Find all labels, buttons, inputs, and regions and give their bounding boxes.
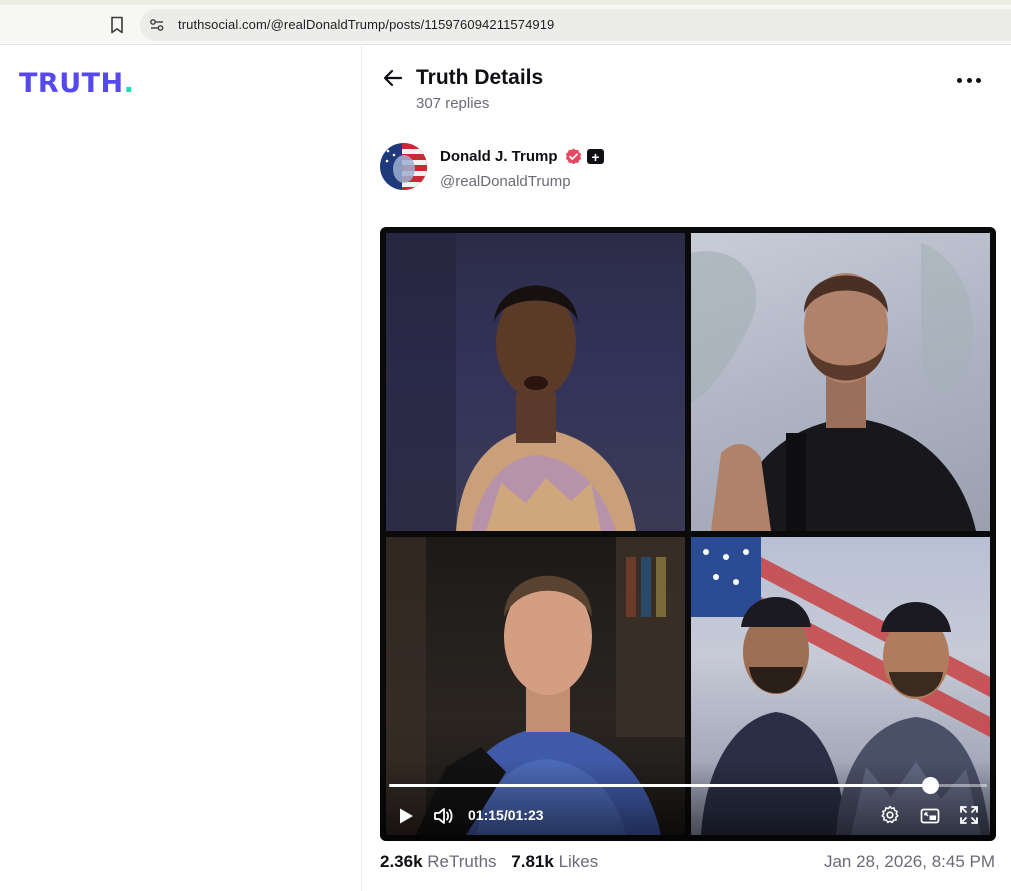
truth-logo[interactable]: TRUTH. bbox=[19, 68, 134, 99]
controls-overlay bbox=[380, 761, 996, 841]
video-frame-top-right bbox=[691, 233, 990, 531]
likes-label: Likes bbox=[558, 852, 599, 871]
settings-icon[interactable] bbox=[880, 805, 900, 825]
retruths-stat[interactable]: 2.36k ReTruths bbox=[380, 852, 497, 872]
video-progress-fill bbox=[389, 784, 930, 787]
address-bar[interactable]: truthsocial.com/@realDonaldTrump/posts/1… bbox=[140, 9, 1011, 41]
post-stats: 2.36k ReTruths 7.81k Likes bbox=[380, 852, 608, 872]
logo-dot: . bbox=[123, 68, 135, 99]
plus-badge-icon: + bbox=[587, 149, 604, 164]
video-progress-thumb[interactable] bbox=[921, 777, 939, 794]
page-title: Truth Details bbox=[416, 66, 544, 89]
likes-count: 7.81k bbox=[511, 852, 554, 871]
video-frame-top-left bbox=[386, 233, 685, 531]
video-progress-bar[interactable] bbox=[389, 777, 987, 794]
bookmark-icon[interactable] bbox=[107, 14, 127, 36]
video-player[interactable]: 01:15/01:23 bbox=[380, 227, 996, 841]
author-name[interactable]: Donald J. Trump bbox=[440, 148, 558, 165]
likes-stat[interactable]: 7.81k Likes bbox=[511, 852, 598, 872]
retruths-label: ReTruths bbox=[427, 852, 497, 871]
avatar[interactable] bbox=[380, 143, 427, 190]
duration: 01:23 bbox=[507, 807, 544, 823]
more-horizontal-icon[interactable] bbox=[957, 70, 981, 90]
author-handle[interactable]: @realDonaldTrump bbox=[440, 173, 571, 190]
retruths-count: 2.36k bbox=[380, 852, 423, 871]
arrow-left-icon[interactable] bbox=[381, 66, 405, 90]
logo-text: TRUTH bbox=[19, 68, 124, 99]
main-column: Truth Details 307 replies Donald J. Trum… bbox=[363, 46, 1011, 891]
left-sidebar: TRUTH. bbox=[0, 46, 362, 891]
post-date[interactable]: Jan 28, 2026, 8:45 PM bbox=[824, 852, 995, 872]
fullscreen-icon[interactable] bbox=[959, 805, 979, 825]
verified-badge-icon bbox=[565, 148, 582, 165]
pip-icon[interactable] bbox=[920, 806, 940, 826]
replies-count: 307 replies bbox=[416, 95, 490, 112]
current-time: 01:15 bbox=[468, 807, 504, 823]
url-text[interactable]: truthsocial.com/@realDonaldTrump/posts/1… bbox=[178, 17, 554, 32]
play-icon[interactable] bbox=[397, 807, 415, 825]
volume-icon[interactable] bbox=[432, 805, 454, 827]
video-time: 01:15/01:23 bbox=[468, 807, 544, 823]
site-info-icon[interactable] bbox=[148, 16, 166, 34]
browser-toolbar: truthsocial.com/@realDonaldTrump/posts/1… bbox=[0, 5, 1011, 45]
